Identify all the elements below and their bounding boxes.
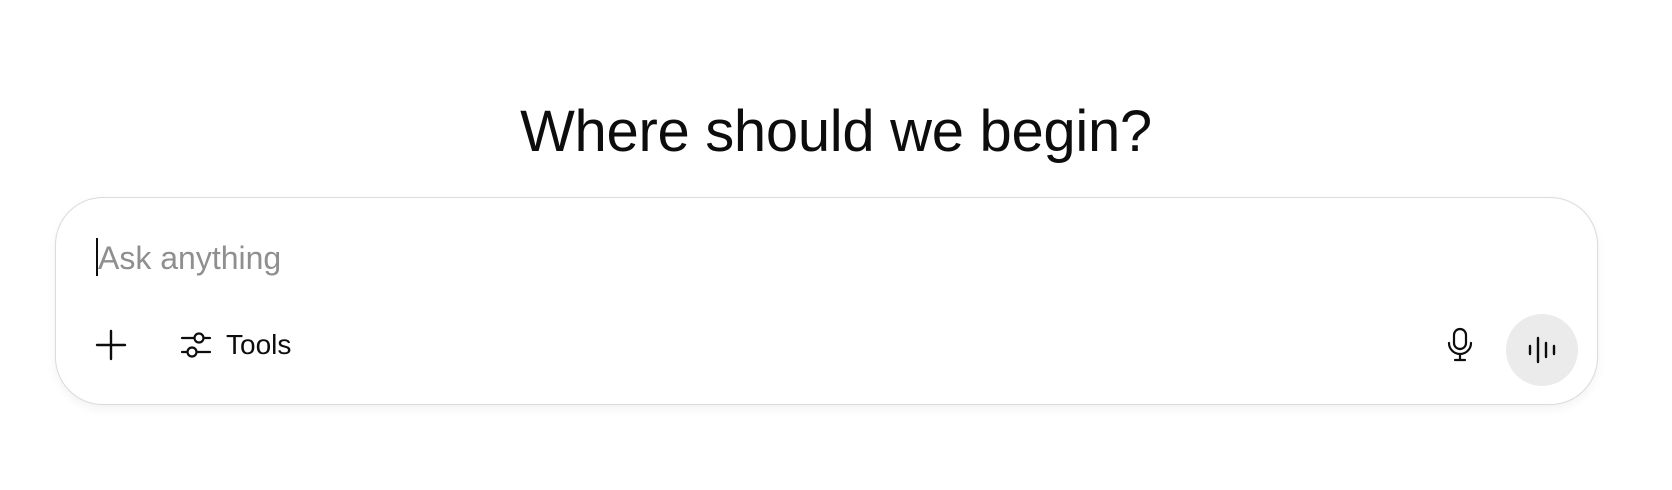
sliders-icon bbox=[180, 329, 212, 361]
page-headline: Where should we begin? bbox=[520, 98, 1152, 164]
microphone-icon bbox=[1445, 327, 1475, 363]
dictate-button[interactable] bbox=[1431, 316, 1489, 374]
page: Where should we begin? Ask anything Tool… bbox=[0, 0, 1672, 490]
add-attachment-button[interactable] bbox=[82, 316, 140, 374]
tools-label: Tools bbox=[226, 329, 292, 360]
voice-mode-button[interactable] bbox=[1506, 314, 1578, 386]
voice-waveform-icon bbox=[1527, 335, 1557, 365]
plus-icon bbox=[94, 328, 128, 362]
composer: Tools bbox=[55, 197, 1598, 405]
prompt-input[interactable] bbox=[96, 236, 1398, 280]
tools-button[interactable]: Tools bbox=[166, 316, 305, 374]
